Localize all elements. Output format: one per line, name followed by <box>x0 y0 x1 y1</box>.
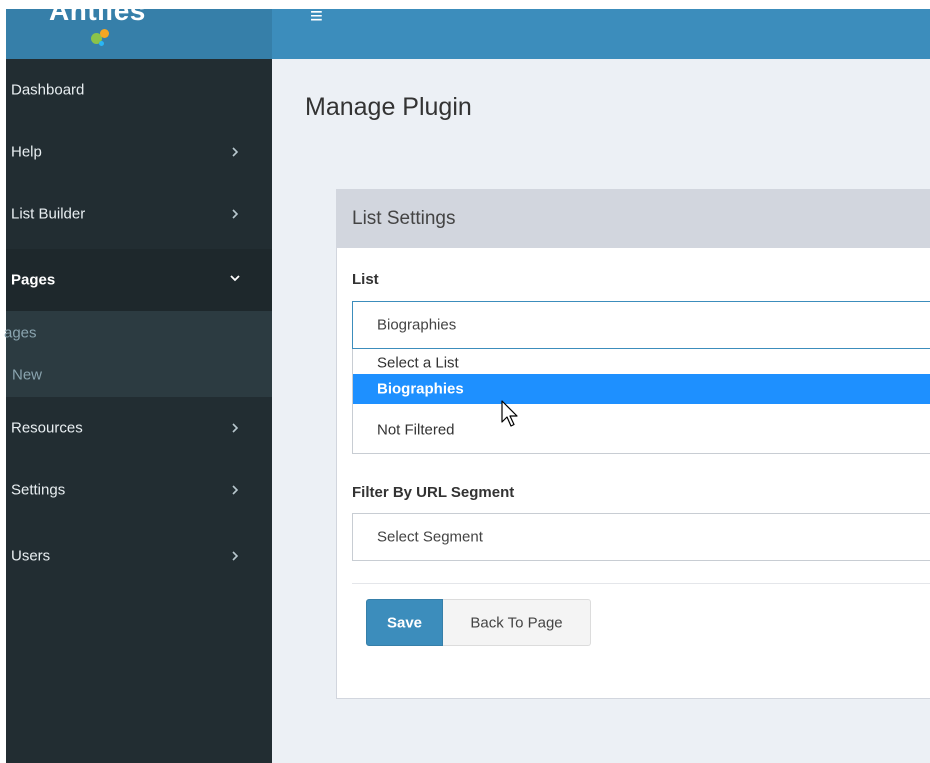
chevron-right-icon <box>232 485 239 495</box>
app-window: Antiles ≡ Dashboard Help List Builder Pa… <box>4 5 930 763</box>
list-settings-box: List Settings List Biographies Select a … <box>336 189 930 699</box>
logo-dots-icon <box>91 29 121 49</box>
sidebar-item-pages[interactable]: Pages <box>6 249 272 311</box>
sidebar-item-settings[interactable]: Settings <box>6 459 272 521</box>
chevron-down-icon <box>230 275 240 282</box>
option-label: Not Filtered <box>377 421 455 439</box>
sidebar-item-label: Pages <box>11 271 56 289</box>
pages-submenu: ages New <box>4 311 272 397</box>
sidebar-item-users[interactable]: Users <box>6 525 272 587</box>
submenu-item-label: ages <box>4 324 37 342</box>
topbar: ≡ <box>272 5 930 59</box>
sidebar-item-label: Resources <box>11 419 83 437</box>
save-button[interactable]: Save <box>366 599 443 646</box>
logo-text: Antiles <box>49 9 146 26</box>
sidebar: Dashboard Help List Builder Pages ages N… <box>4 59 272 763</box>
option-biographies[interactable]: Biographies <box>353 374 930 404</box>
chevron-right-icon <box>232 423 239 433</box>
option-not-filtered[interactable]: Not Filtered <box>353 407 930 453</box>
sidebar-item-dashboard[interactable]: Dashboard <box>6 59 272 121</box>
list-select[interactable]: Biographies <box>352 301 930 349</box>
back-to-page-button[interactable]: Back To Page <box>443 599 591 646</box>
back-button-label: Back To Page <box>470 614 563 631</box>
submenu-item-label: New <box>12 366 43 384</box>
segment-field-label: Filter By URL Segment <box>352 484 515 501</box>
logo-area[interactable]: Antiles <box>6 9 272 59</box>
option-label: Biographies <box>377 380 464 398</box>
save-button-label: Save <box>386 614 423 631</box>
option-label: Select a List <box>377 354 459 372</box>
segment-select-value: Select Segment <box>377 528 483 546</box>
option-select-a-list[interactable]: Select a List <box>353 352 930 374</box>
segment-select[interactable]: Select Segment <box>352 513 930 561</box>
mouse-pointer-icon <box>501 400 518 427</box>
submenu-item-new[interactable]: New <box>6 355 272 395</box>
page-title: Manage Plugin <box>305 93 472 121</box>
divider <box>352 583 930 584</box>
sidebar-item-resources[interactable]: Resources <box>6 397 272 459</box>
list-dropdown: Select a List Biographies Not Filtered <box>352 349 930 454</box>
sidebar-item-label: Users <box>11 547 51 565</box>
sidebar-item-label: List Builder <box>11 205 86 223</box>
sidebar-item-label: Dashboard <box>11 81 85 99</box>
list-select-value: Biographies <box>377 316 457 334</box>
submenu-item-pages[interactable]: ages <box>4 313 272 353</box>
chevron-right-icon <box>232 209 239 219</box>
chevron-right-icon <box>232 147 239 157</box>
hamburger-menu-icon[interactable]: ≡ <box>310 5 323 27</box>
sidebar-item-help[interactable]: Help <box>6 121 272 183</box>
sidebar-item-label: Settings <box>11 481 66 499</box>
box-header: List Settings <box>337 190 930 248</box>
chevron-right-icon <box>232 551 239 561</box>
main-content: Manage Plugin List Settings List Biograp… <box>272 59 930 763</box>
box-title: List Settings <box>352 208 456 229</box>
sidebar-item-list-builder[interactable]: List Builder <box>6 183 272 245</box>
sidebar-item-label: Help <box>11 143 42 161</box>
list-field-label: List <box>352 271 379 288</box>
